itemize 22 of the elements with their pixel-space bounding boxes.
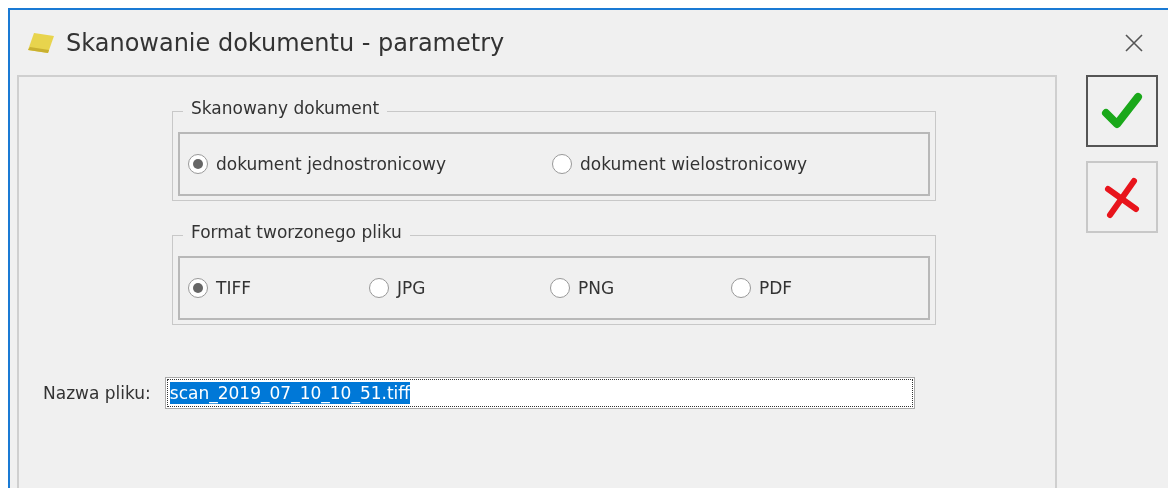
group-title: Skanowany dokument [183,98,388,118]
radio-button[interactable] [369,278,389,298]
option-label: dokument wielostronicowy [580,154,808,174]
radio-button[interactable] [731,278,751,298]
cross-icon [1102,175,1142,219]
field-label: Nazwa pliku: [43,383,151,403]
close-icon[interactable] [1124,32,1144,53]
group-title: Format tworzonego pliku [183,222,410,242]
option-label: PNG [578,278,615,298]
checkmark-icon [1100,91,1144,131]
option-label: PDF [759,278,793,298]
filename-field[interactable]: scan_2019_07_10_10_51.tiff [164,377,915,409]
option-label: JPG [397,278,426,298]
window-title: Skanowanie dokumentu - parametry [66,28,506,57]
radio-button[interactable] [550,278,570,298]
radio-button[interactable] [188,278,208,298]
radio-button[interactable] [552,154,572,174]
ok-button[interactable] [1086,75,1158,147]
option-label: dokument jednostronicowy [216,154,447,174]
option-label: TIFF [216,278,251,298]
cancel-button[interactable] [1086,161,1158,233]
radio-button[interactable] [188,154,208,174]
